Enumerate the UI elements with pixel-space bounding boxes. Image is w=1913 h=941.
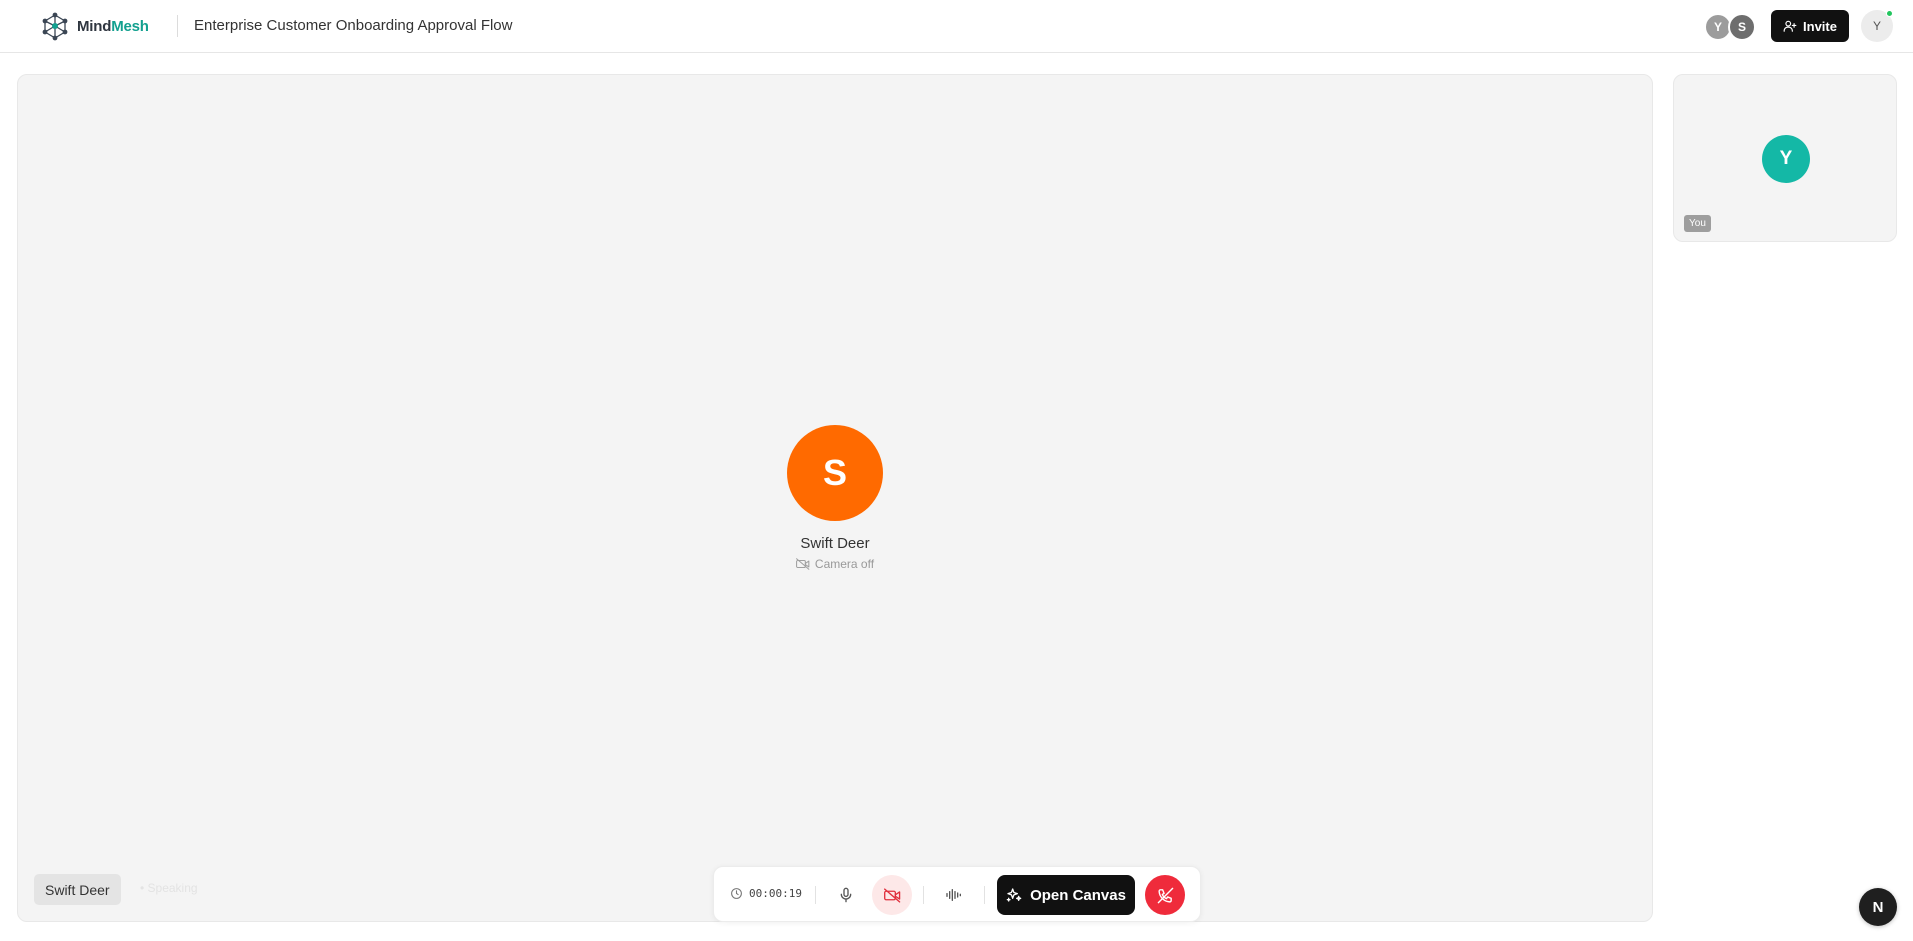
top-bar: MindMesh Enterprise Customer Onboarding … bbox=[0, 0, 1913, 53]
header-divider bbox=[177, 15, 178, 37]
floating-assistant-button[interactable]: N bbox=[1859, 888, 1897, 926]
user-avatar-menu[interactable]: Y bbox=[1861, 10, 1893, 42]
divider bbox=[984, 886, 985, 904]
open-canvas-label: Open Canvas bbox=[1030, 886, 1126, 904]
brand-name: MindMesh bbox=[77, 17, 149, 35]
user-plus-icon bbox=[1783, 20, 1797, 32]
camera-off-icon bbox=[883, 887, 900, 903]
speaker-name: Swift Deer bbox=[800, 535, 870, 552]
audio-waveform-icon bbox=[946, 889, 961, 901]
invite-label: Invite bbox=[1803, 18, 1837, 34]
timer-value: 00:00:19 bbox=[749, 887, 802, 900]
participant-avatar[interactable]: S bbox=[1728, 13, 1756, 41]
camera-off-icon bbox=[795, 558, 810, 570]
speaker-avatar: S bbox=[787, 425, 883, 521]
app-logo[interactable]: MindMesh bbox=[39, 11, 149, 41]
microphone-toggle-button[interactable] bbox=[826, 875, 866, 915]
microphone-icon bbox=[840, 887, 852, 903]
self-video-tile[interactable]: Y You bbox=[1673, 74, 1897, 242]
speaking-indicator: • Speaking bbox=[140, 881, 198, 895]
clock-icon bbox=[731, 888, 742, 899]
end-call-button[interactable] bbox=[1145, 875, 1185, 915]
camera-toggle-button[interactable] bbox=[872, 875, 912, 915]
open-canvas-button[interactable]: Open Canvas bbox=[997, 875, 1135, 915]
meeting-title: Enterprise Customer Onboarding Approval … bbox=[194, 17, 513, 34]
camera-status: Camera off bbox=[795, 557, 875, 571]
call-timer: 00:00:19 bbox=[730, 887, 802, 900]
main-video-stage: S Swift Deer Camera off Swift Deer • Spe… bbox=[17, 74, 1653, 922]
divider bbox=[815, 886, 816, 904]
invite-button[interactable]: Invite bbox=[1771, 10, 1849, 42]
participant-avatars[interactable]: Y S bbox=[1704, 13, 1756, 41]
active-speaker: S Swift Deer Camera off bbox=[18, 425, 1652, 571]
self-avatar: Y bbox=[1762, 135, 1810, 183]
online-status-indicator bbox=[1886, 10, 1893, 17]
call-control-bar: 00:00:19 Open Canvas bbox=[713, 866, 1201, 922]
audio-settings-button[interactable] bbox=[933, 875, 973, 915]
network-logo-icon bbox=[42, 12, 68, 41]
camera-status-label: Camera off bbox=[814, 557, 875, 571]
speaker-name-tag: Swift Deer bbox=[34, 874, 121, 905]
user-initial: Y bbox=[1872, 19, 1881, 33]
phone-off-icon bbox=[1157, 887, 1173, 903]
self-label: You bbox=[1684, 215, 1711, 232]
divider bbox=[923, 886, 924, 904]
sparkles-icon bbox=[1006, 888, 1022, 902]
